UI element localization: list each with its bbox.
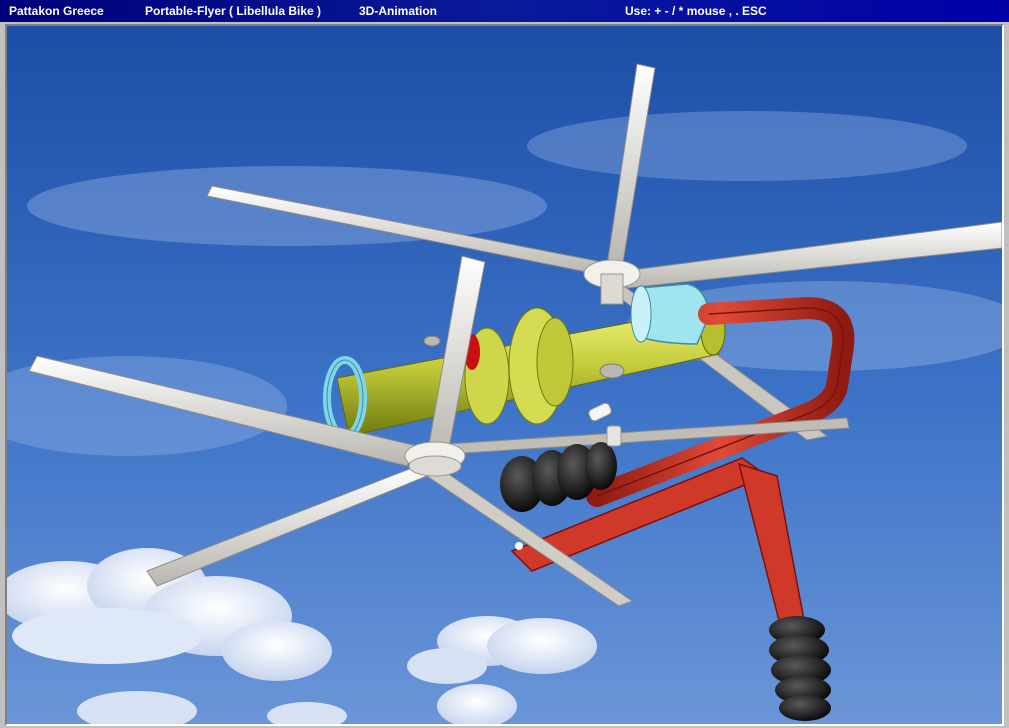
mode-label: 3D-Animation xyxy=(359,4,437,18)
product-label: Portable-Flyer ( Libellula Bike ) xyxy=(145,4,322,18)
3d-viewport[interactable] xyxy=(5,24,1004,726)
controls-hint: Use: + - / * mouse , . ESC xyxy=(625,4,767,18)
rear-duct xyxy=(630,283,710,345)
company-label: Pattakon Greece xyxy=(9,4,104,18)
scene-canvas[interactable] xyxy=(7,26,1002,724)
app-window: Pattakon Greece Portable-Flyer ( Libellu… xyxy=(0,0,1009,728)
title-bar: Pattakon Greece Portable-Flyer ( Libellu… xyxy=(0,0,1009,22)
